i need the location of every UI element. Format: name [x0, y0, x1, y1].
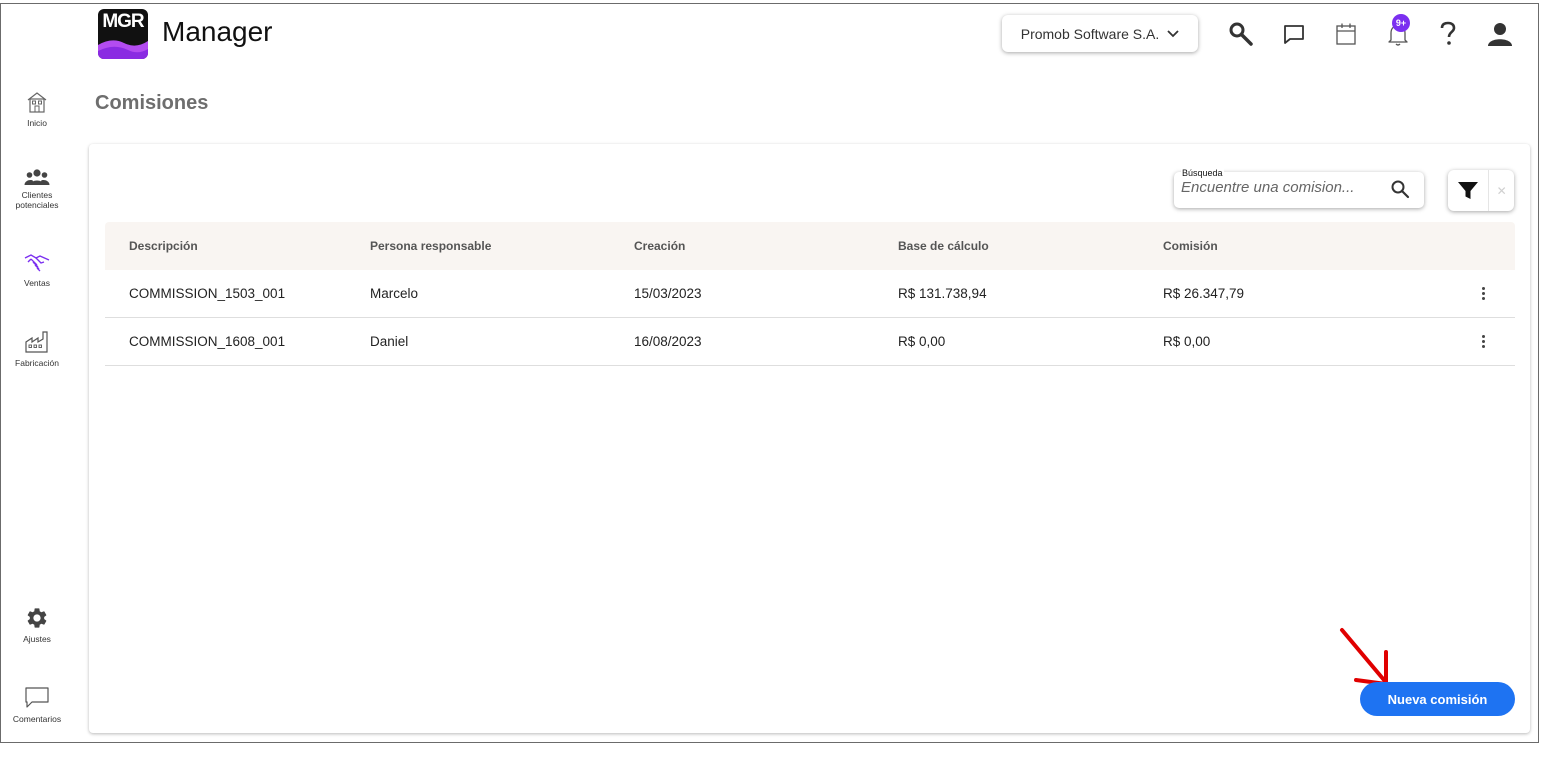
search-icon [1391, 180, 1410, 199]
column-header-base[interactable]: Base de cálculo [898, 239, 1163, 253]
help-button[interactable] [1433, 19, 1463, 49]
sidebar-item-label-line1: Clientes [21, 190, 53, 200]
chat-icon [1284, 25, 1304, 44]
help-icon [1440, 21, 1456, 45]
handshake-icon [24, 254, 50, 272]
table-row[interactable]: COMMISSION_1608_001 Daniel 16/08/2023 R$… [105, 318, 1515, 366]
company-select[interactable]: Promob Software S.A. [1002, 15, 1198, 52]
sidebar-item-inicio[interactable]: Inicio [1, 90, 73, 128]
cell-comision: R$ 0,00 [1163, 334, 1211, 349]
filter-icon [1458, 181, 1479, 199]
app-name: Manager [162, 16, 273, 47]
gear-icon [27, 608, 47, 628]
factory-icon [25, 331, 48, 353]
key-search-icon [1229, 22, 1253, 46]
cell-persona: Daniel [370, 334, 409, 349]
user-icon [1488, 23, 1512, 46]
table-row[interactable]: COMMISSION_1503_001 Marcelo 15/03/2023 R… [105, 270, 1515, 318]
cell-comision: R$ 26.347,79 [1163, 286, 1245, 301]
sidebar-item-label: Fabricación [15, 358, 59, 368]
commissions-table: Descripción Persona responsable Creación… [105, 222, 1515, 366]
sidebar-item-label: Ventas [24, 278, 50, 288]
search-label: Búsqueda [1181, 168, 1224, 178]
sidebar-item-label: Inicio [27, 118, 47, 128]
home-icon [27, 92, 47, 113]
column-header-persona[interactable]: Persona responsable [370, 239, 634, 253]
chevron-down-icon [1167, 29, 1179, 37]
sidebar-item-ajustes[interactable]: Ajustes [1, 606, 73, 644]
page-title: Comisiones [95, 92, 209, 114]
app-logo: MGR [98, 9, 148, 59]
filter-button[interactable] [1448, 170, 1488, 211]
sidebar-item-label-line2: potenciales [15, 200, 59, 210]
sidebar-item-clientes-potenciales[interactable]: Clientes potenciales [1, 168, 73, 210]
search-button[interactable] [1390, 179, 1410, 204]
new-commission-button[interactable]: Nueva comisión [1360, 682, 1515, 716]
more-options-icon[interactable] [1477, 284, 1489, 304]
cell-creacion: 16/08/2023 [634, 334, 702, 349]
sidebar-item-fabricacion[interactable]: Fabricación [1, 330, 73, 368]
annotation-arrow-icon [1340, 628, 1388, 686]
cell-descripcion: COMMISSION_1608_001 [129, 334, 286, 349]
user-account-button[interactable] [1485, 19, 1515, 49]
sidebar-item-label: Ajustes [23, 634, 51, 644]
search-key-button[interactable] [1226, 19, 1256, 49]
more-options-icon[interactable] [1477, 332, 1489, 352]
calendar-button[interactable] [1331, 19, 1361, 49]
filter-group: ✕ [1448, 170, 1514, 211]
logo-text: MGR [102, 11, 144, 32]
notifications-badge: 9+ [1392, 14, 1410, 32]
cell-descripcion: COMMISSION_1503_001 [129, 286, 286, 301]
cell-persona: Marcelo [370, 286, 419, 301]
column-header-comision[interactable]: Comisión [1163, 239, 1428, 253]
column-header-creacion[interactable]: Creación [634, 239, 898, 253]
row-actions [1428, 284, 1515, 304]
calendar-icon [1336, 23, 1356, 45]
column-header-descripcion[interactable]: Descripción [105, 239, 370, 253]
logo-wave-icon [98, 40, 148, 59]
sidebar-item-comentarios[interactable]: Comentarios [1, 686, 73, 724]
cell-base: R$ 131.738,94 [898, 286, 987, 301]
search-input[interactable] [1181, 179, 1371, 196]
sidebar: Inicio Clientes potenciales Ventas Fabri… [1, 4, 73, 742]
sidebar-item-label: Comentarios [12, 714, 62, 724]
clear-filter-button[interactable]: ✕ [1488, 170, 1514, 211]
comment-icon [25, 687, 49, 708]
cell-base: R$ 0,00 [898, 334, 946, 349]
cell-creacion: 15/03/2023 [634, 286, 702, 301]
table-header: Descripción Persona responsable Creación… [105, 222, 1515, 270]
search-box: Búsqueda [1174, 168, 1424, 208]
people-icon [24, 169, 50, 185]
sidebar-item-ventas[interactable]: Ventas [1, 250, 73, 288]
row-actions [1428, 332, 1515, 352]
company-select-label: Promob Software S.A. [1020, 25, 1160, 42]
close-icon: ✕ [1496, 183, 1507, 198]
messages-button[interactable] [1279, 19, 1309, 49]
